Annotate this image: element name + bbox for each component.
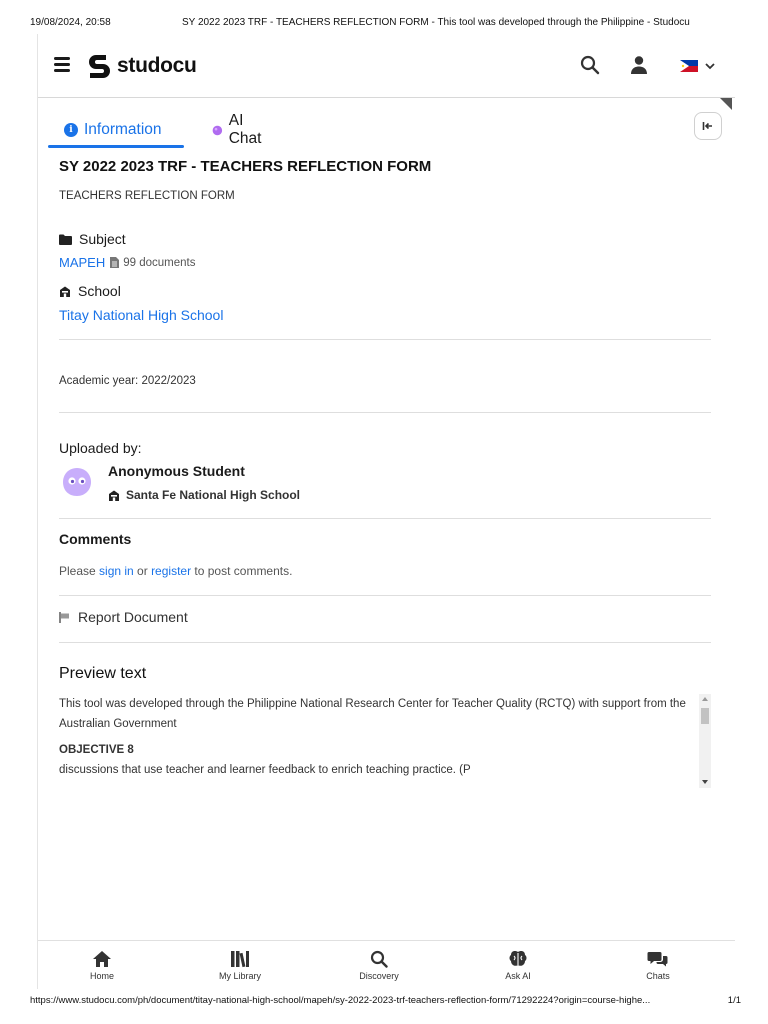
bottom-nav: Home My Library Discovery Ask AI Chats — [38, 940, 735, 989]
academic-year: Academic year: 2022/2023 — [59, 375, 196, 387]
comments-suffix: to post comments. — [191, 564, 293, 578]
nav-my-library[interactable]: My Library — [200, 950, 280, 981]
report-document-button[interactable]: Report Document — [59, 609, 188, 625]
top-bar: studocu — [38, 34, 735, 98]
document-description: TEACHERS REFLECTION FORM — [59, 190, 235, 202]
subject-label: Subject — [79, 231, 126, 247]
school-link[interactable]: Titay National High School — [59, 307, 223, 323]
divider — [59, 412, 711, 413]
philippines-flag-icon — [680, 60, 698, 72]
flag-icon — [59, 611, 69, 623]
print-page-number: 1/1 — [727, 995, 741, 1006]
preview-paragraph: This tool was developed through the Phil… — [59, 698, 686, 730]
sign-in-link[interactable]: sign in — [99, 564, 134, 578]
brain-icon — [509, 951, 527, 966]
comments-prompt: Please sign in or register to post comme… — [59, 564, 292, 578]
preview-heading: Preview text — [59, 665, 147, 682]
subject-heading: Subject — [59, 231, 126, 247]
app-frame: studocu i Information AI Chat SY 2022 20… — [37, 34, 735, 989]
school-label: School — [78, 283, 121, 299]
search-icon[interactable] — [579, 54, 601, 76]
tab-ai-chat[interactable]: AI Chat — [212, 112, 266, 147]
logo[interactable]: studocu — [86, 51, 197, 81]
comments-prefix: Please — [59, 564, 100, 578]
uploaded-by-heading: Uploaded by: — [59, 440, 142, 456]
nav-chats[interactable]: Chats — [618, 950, 698, 981]
school-icon — [109, 490, 119, 501]
print-datetime: 19/08/2024, 20:58 — [30, 17, 111, 28]
chat-icon — [647, 952, 668, 967]
library-icon — [231, 951, 249, 968]
subject-row: MAPEH 99 documents — [59, 255, 195, 270]
nav-discovery-label: Discovery — [359, 971, 399, 981]
logo-text: studocu — [117, 54, 197, 77]
school-icon — [60, 286, 70, 297]
uploader-school: Santa Fe National High School — [108, 488, 300, 502]
nav-discovery[interactable]: Discovery — [339, 950, 419, 981]
document-icon — [110, 257, 120, 268]
comments-heading: Comments — [59, 531, 132, 547]
subject-link[interactable]: MAPEH — [59, 255, 105, 270]
search-icon — [370, 950, 388, 968]
uploader-name[interactable]: Anonymous Student — [108, 463, 245, 479]
nav-ask-ai[interactable]: Ask AI — [478, 950, 558, 981]
tab-ai-chat-label: AI Chat — [228, 112, 262, 147]
divider — [59, 642, 711, 643]
nav-home-label: Home — [89, 971, 114, 981]
home-icon — [93, 951, 111, 967]
document-count-text: 99 documents — [123, 256, 196, 269]
nav-home[interactable]: Home — [62, 950, 142, 981]
document-title: SY 2022 2023 TRF - TEACHERS REFLECTION F… — [59, 158, 432, 175]
tab-information[interactable]: i Information — [48, 114, 184, 148]
scroll-thumb[interactable] — [701, 708, 709, 724]
print-footer: https://www.studocu.com/ph/document/tita… — [30, 995, 741, 1009]
language-selector[interactable] — [680, 58, 720, 74]
document-count: 99 documents — [110, 257, 195, 269]
register-link[interactable]: register — [151, 564, 191, 578]
chevron-down-icon — [705, 63, 715, 70]
collapse-left-icon — [702, 122, 712, 130]
scroll-down-icon[interactable] — [702, 780, 708, 784]
nav-ask-ai-label: Ask AI — [505, 971, 531, 981]
divider — [59, 339, 711, 340]
print-url: https://www.studocu.com/ph/document/tita… — [30, 995, 651, 1006]
avatar[interactable] — [62, 467, 92, 497]
tab-information-label: Information — [84, 121, 162, 138]
uploader-school-text: Santa Fe National High School — [126, 488, 301, 502]
nav-my-library-label: My Library — [218, 971, 261, 981]
scroll-up-icon[interactable] — [702, 697, 708, 701]
user-icon[interactable] — [628, 54, 650, 76]
preview-scrollbar[interactable] — [699, 694, 711, 788]
corner-marker — [720, 98, 732, 110]
divider — [59, 595, 711, 596]
collapse-panel-button[interactable] — [694, 112, 722, 140]
preview-line: discussions that use teacher and learner… — [59, 764, 471, 776]
preview-objective: OBJECTIVE 8 — [59, 744, 134, 756]
print-page-title: SY 2022 2023 TRF - TEACHERS REFLECTION F… — [182, 17, 690, 28]
print-header: 19/08/2024, 20:58 SY 2022 2023 TRF - TEA… — [30, 17, 738, 31]
school-heading: School — [59, 283, 121, 299]
comments-middle: or — [133, 564, 152, 578]
report-document-label: Report Document — [78, 609, 188, 625]
menu-icon[interactable] — [54, 57, 70, 72]
studocu-logo-icon — [89, 55, 110, 78]
preview-text-box[interactable]: This tool was developed through the Phil… — [59, 694, 711, 788]
nav-chats-label: Chats — [646, 971, 670, 981]
folder-icon — [59, 234, 72, 245]
info-icon: i — [64, 123, 78, 137]
divider — [59, 518, 711, 519]
ai-chat-icon — [212, 125, 223, 135]
